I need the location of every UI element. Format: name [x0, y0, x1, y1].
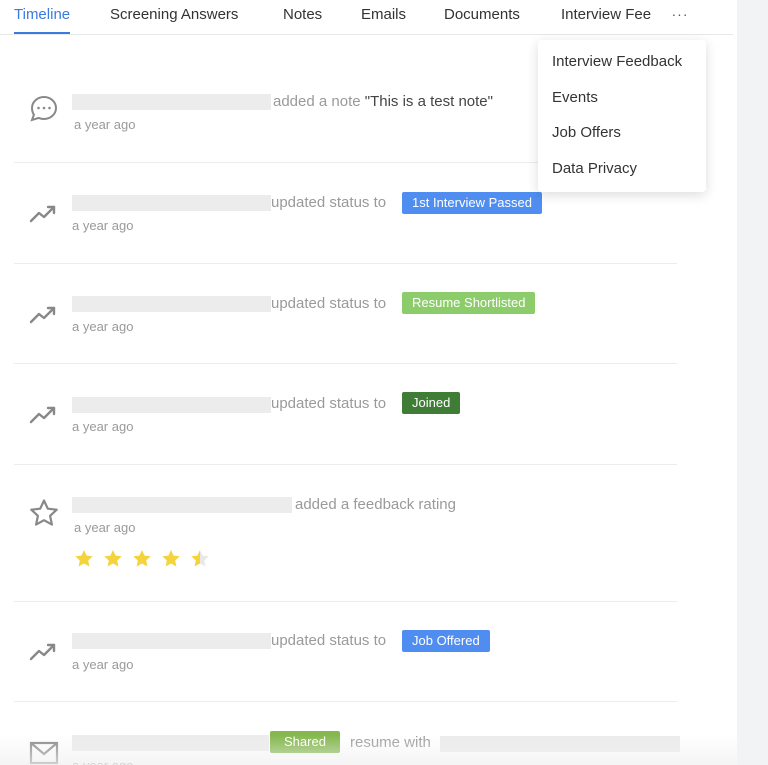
- entry-action: updated status to: [271, 194, 387, 211]
- tab-timeline[interactable]: Timeline: [14, 6, 71, 34]
- entry-time: a year ago: [72, 218, 134, 233]
- tab-interview-feedback[interactable]: Interview Fee: [561, 6, 651, 23]
- entry-time: a year ago: [72, 419, 134, 434]
- star-full-icon: [103, 549, 123, 569]
- status-badge: Job Offered: [402, 630, 490, 652]
- tab-emails[interactable]: Emails: [361, 6, 406, 23]
- more-tabs-button[interactable]: ···: [668, 0, 692, 34]
- status-badge: 1st Interview Passed: [402, 192, 542, 214]
- tab-documents[interactable]: Documents: [444, 6, 520, 23]
- dropdown-item-job-offers[interactable]: Job Offers: [538, 121, 706, 157]
- tab-screening-answers[interactable]: Screening Answers: [110, 6, 238, 23]
- trend-up-icon: [28, 399, 60, 431]
- redacted-user-name: [72, 735, 269, 751]
- star-full-icon: [132, 549, 152, 569]
- trend-up-icon: [28, 299, 60, 331]
- trend-up-icon: [28, 198, 60, 230]
- tab-bar: Timeline Screening Answers Notes Emails …: [0, 0, 733, 35]
- entry-action: updated status to: [271, 295, 387, 312]
- star-rating: [74, 549, 210, 569]
- timeline-entry: Shared resume with a year ago: [14, 702, 680, 765]
- redacted-recipient: [440, 736, 680, 752]
- star-outline-icon: [28, 497, 60, 529]
- entry-action: added a note "This is a test note": [273, 93, 493, 110]
- star-full-icon: [161, 549, 181, 569]
- redacted-user-name: [72, 195, 271, 211]
- tab-overflow-fade: [650, 0, 668, 34]
- entry-time: a year ago: [72, 657, 134, 672]
- dropdown-item-interview-feedback[interactable]: Interview Feedback: [538, 50, 706, 86]
- entry-time: a year ago: [72, 319, 134, 334]
- redacted-user-name: [72, 94, 271, 110]
- dropdown-item-data-privacy[interactable]: Data Privacy: [538, 157, 706, 193]
- star-full-icon: [74, 549, 94, 569]
- entry-action: updated status to: [271, 632, 387, 649]
- entry-time: a year ago: [72, 758, 133, 765]
- mail-icon: [28, 737, 60, 765]
- timeline-entry: updated status to Resume Shortlisted a y…: [14, 264, 677, 364]
- more-tabs-dropdown: Interview Feedback Events Job Offers Dat…: [538, 40, 706, 192]
- redacted-user-name: [72, 497, 292, 513]
- comment-icon: [28, 93, 60, 125]
- star-half-icon: [190, 549, 210, 569]
- entry-action: resume with: [350, 734, 431, 751]
- right-gutter: [737, 0, 768, 765]
- status-badge: Resume Shortlisted: [402, 292, 536, 314]
- status-badge: Joined: [402, 392, 461, 414]
- shared-badge: Shared: [270, 731, 340, 753]
- entry-action: added a feedback rating: [295, 496, 456, 513]
- entry-time: a year ago: [74, 117, 136, 132]
- timeline-entry: added a feedback rating a year ago: [14, 465, 677, 602]
- tab-notes[interactable]: Notes: [283, 6, 322, 23]
- timeline-entry: updated status to Job Offered a year ago: [14, 602, 677, 702]
- trend-up-icon: [28, 636, 60, 668]
- timeline-entry: updated status to Joined a year ago: [14, 364, 677, 465]
- dropdown-item-events[interactable]: Events: [538, 86, 706, 122]
- redacted-user-name: [72, 397, 271, 413]
- note-text: "This is a test note": [364, 93, 493, 110]
- entry-action: updated status to: [271, 395, 387, 412]
- redacted-user-name: [72, 296, 271, 312]
- entry-time: a year ago: [74, 520, 136, 535]
- redacted-user-name: [72, 633, 271, 649]
